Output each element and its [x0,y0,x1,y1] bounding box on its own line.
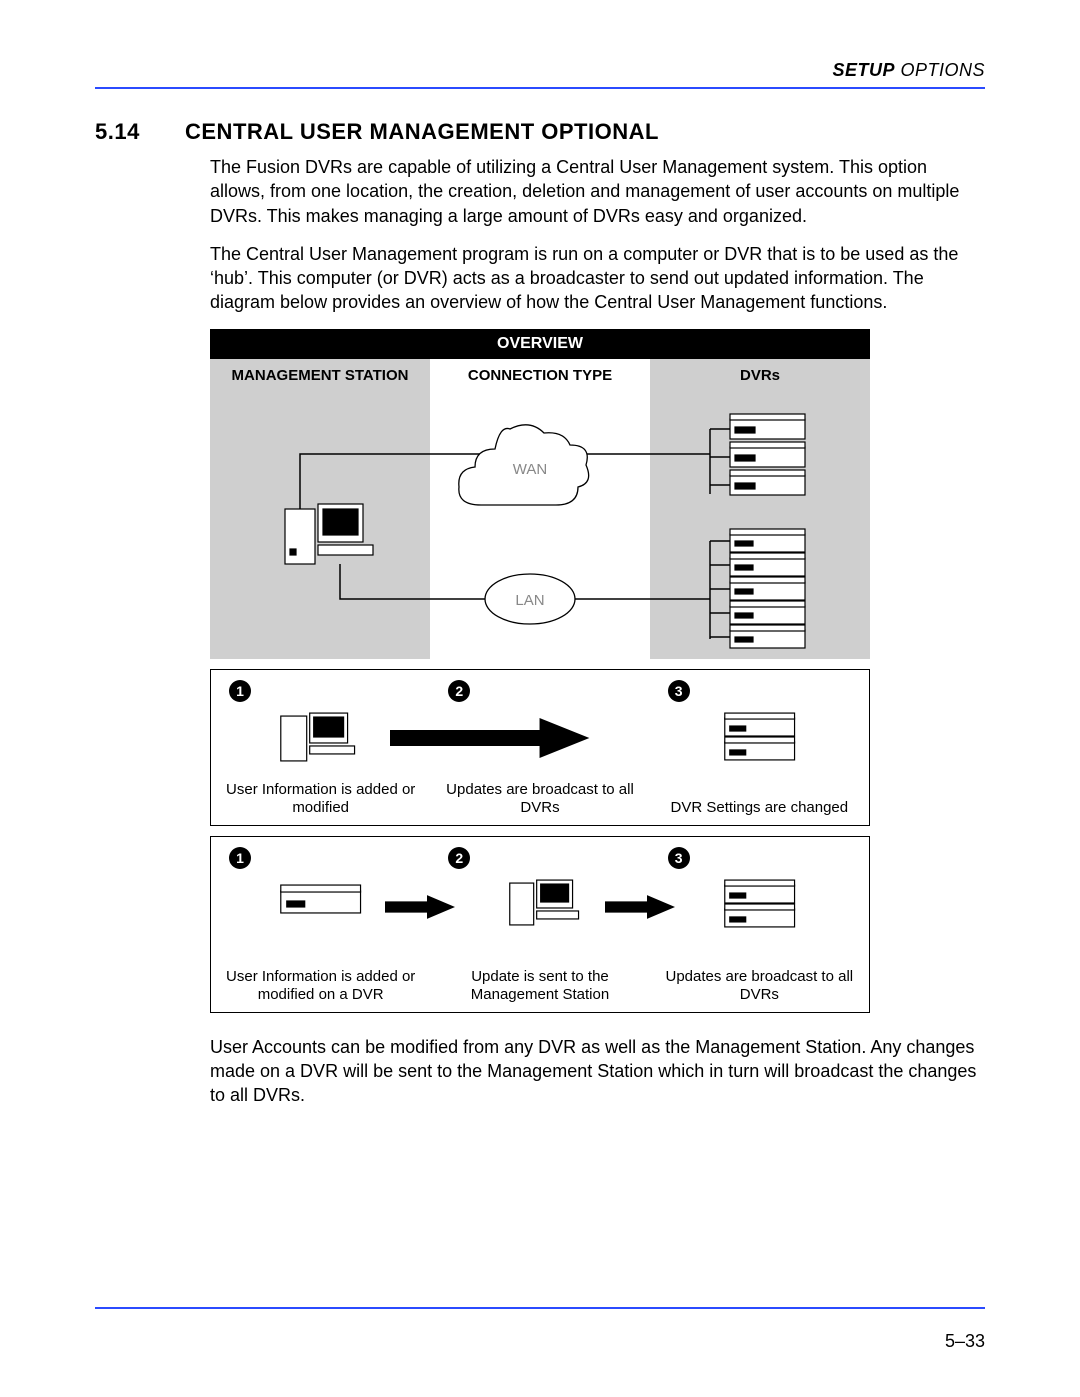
bullet-1: 1 [229,680,251,702]
flow-b-step1: 1 User Information is added or modified … [211,837,430,1012]
intro-text: The Fusion DVRs are capable of utilizing… [210,155,985,315]
overview-svg: WAN LAN [210,359,870,659]
paragraph-1: The Fusion DVRs are capable of utilizing… [210,155,985,228]
lan-ellipse: LAN [485,574,575,624]
flow-a-cap2: Updates are broadcast to all DVRs [430,781,649,817]
dvr-stack-wan [640,414,805,495]
section-number: 5.14 [95,119,185,145]
flow-a: 1 User Information is added or modified … [210,669,870,826]
flow-a-step3: 3 DVR Settings are changed [650,670,869,825]
bullet-2: 2 [448,680,470,702]
page-number: 5–33 [945,1331,985,1352]
flow-b-cap2: Update is sent to the Management Station [430,968,649,1004]
dvr-stack-small-icon [650,873,869,933]
closing-text: User Accounts can be modified from any D… [210,1035,985,1108]
running-head-bold: SETUP [832,60,895,80]
paragraph-3: User Accounts can be modified from any D… [210,1035,985,1108]
flow-b-cap1: User Information is added or modified on… [211,968,430,1004]
pc-icon [285,504,373,564]
top-rule [95,87,985,89]
overview-title: OVERVIEW [210,329,870,359]
manual-page: SETUP OPTIONS 5.14CENTRAL USER MANAGEMEN… [0,0,1080,1397]
bullet-3: 3 [668,680,690,702]
bullet-3b: 3 [668,847,690,869]
running-head: SETUP OPTIONS [95,60,985,81]
flow-a-step2: 2 Updates are broadcast to all DVRs [430,670,649,825]
flow-a-cap1: User Information is added or modified [211,781,430,817]
arrow-right-icon [390,708,609,768]
wan-label: WAN [513,461,547,478]
flow-b-cap3: Updates are broadcast to all DVRs [650,968,869,1004]
dvr-small-icon [650,706,869,766]
bottom-rule [95,1307,985,1309]
wan-cloud: WAN [459,425,589,505]
bullet-1b: 1 [229,847,251,869]
running-head-rest: OPTIONS [895,60,985,80]
lan-label: LAN [515,592,544,609]
flow-b-step2: 2 Update is sent to the Management Stati… [430,837,649,1012]
section-heading: 5.14CENTRAL USER MANAGEMENT OPTIONAL [95,119,985,145]
overview-diagram: OVERVIEW MANAGEMENT STATION CONNECTION T… [210,329,870,1013]
flow-a-cap3: DVR Settings are changed [650,799,869,817]
flow-b-step3: 3 Updates are broadcast to all DVRs [650,837,869,1012]
section-title: CENTRAL USER MANAGEMENT OPTIONAL [185,119,659,144]
bullet-2b: 2 [448,847,470,869]
dvr-stack-lan [640,529,805,648]
flow-b: 1 User Information is added or modified … [210,836,870,1013]
overview-grid: MANAGEMENT STATION CONNECTION TYPE DVRs [210,359,870,659]
paragraph-2: The Central User Management program is r… [210,242,985,315]
